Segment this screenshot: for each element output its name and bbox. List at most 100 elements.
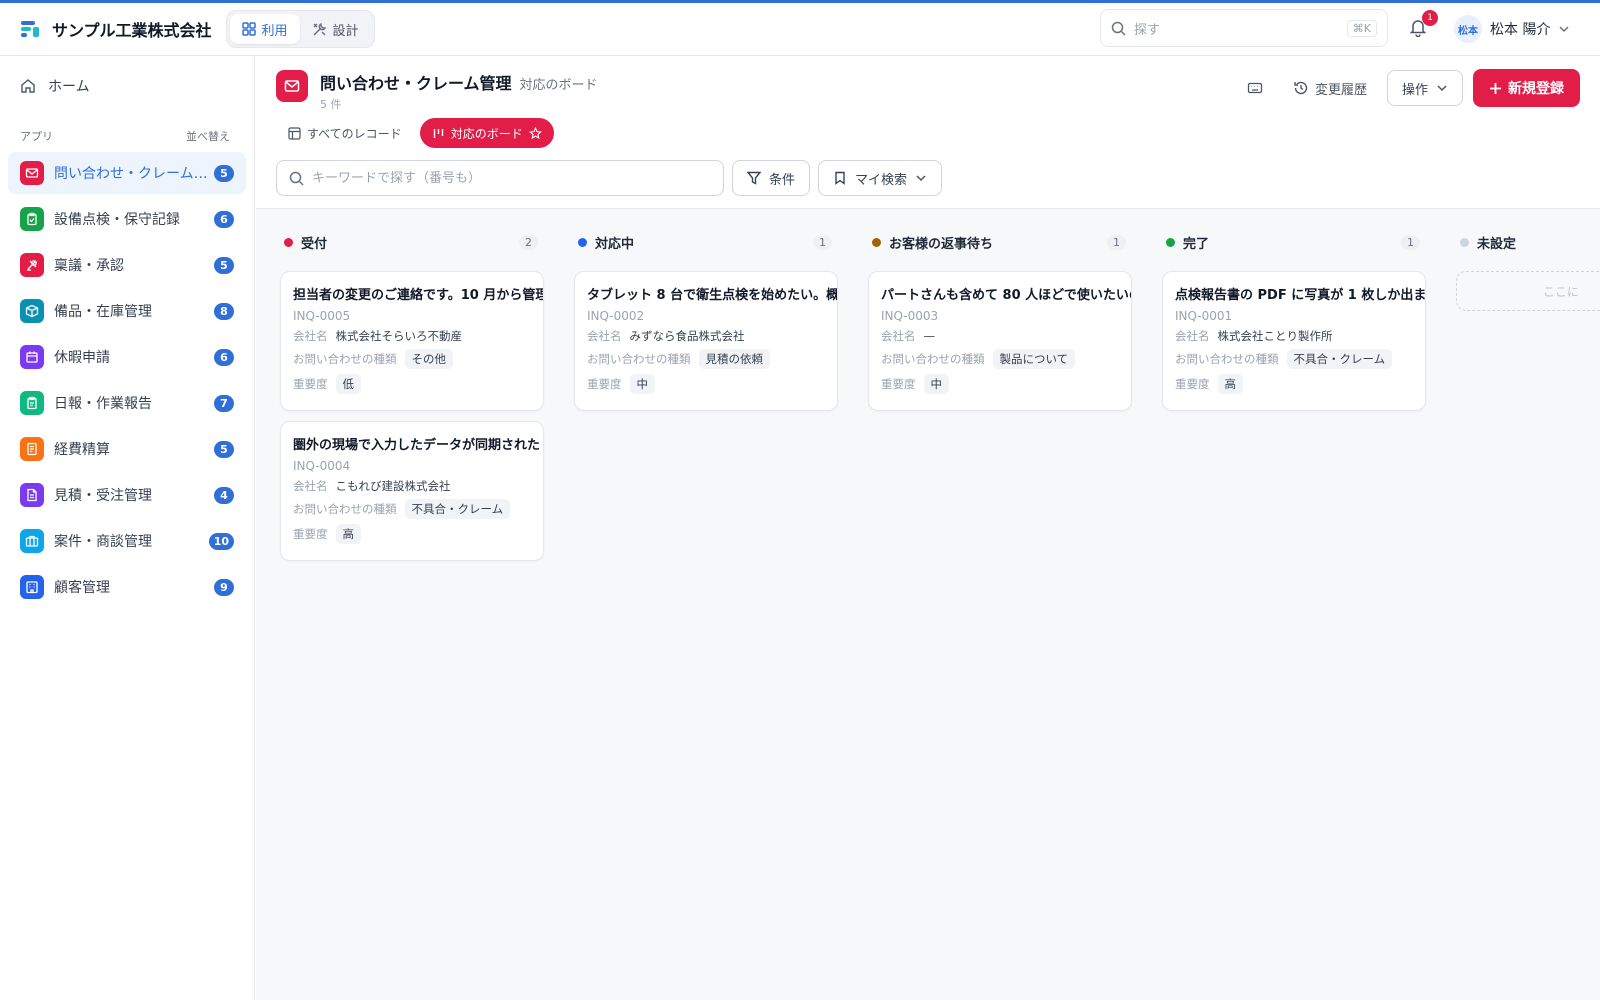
sidebar-app-label: 案件・商談管理 xyxy=(54,534,152,550)
view-tabs: すべてのレコード 対応のボード xyxy=(276,118,554,148)
chevron-down-icon xyxy=(916,175,926,182)
empty-drop-zone[interactable]: ここに xyxy=(1456,271,1600,311)
board-column: お客様の返事待ち 1 パートさんも含めて 80 人ほどで使いたいの INQ-00… xyxy=(864,209,1136,421)
status-dot xyxy=(578,237,587,247)
page-subtitle: 対応のボード xyxy=(519,78,598,93)
card-field-company: 会社名 — xyxy=(881,328,1131,344)
column-count: 1 xyxy=(813,234,832,250)
field-label: 重要度 xyxy=(587,377,622,391)
record-card[interactable]: 圏外の現場で入力したデータが同期された INQ-0004 会社名 こもれび建設株… xyxy=(280,421,544,561)
record-card[interactable]: タブレット 8 台で衛生点検を始めたい。概算 INQ-0002 会社名 みずなら… xyxy=(574,271,838,411)
sidebar-app-item[interactable]: 見積・受注管理 4 xyxy=(8,474,246,516)
filter-row: 条件 マイ検索 xyxy=(276,160,943,196)
page-actions: 変更履歴 操作 新規登録 xyxy=(1237,69,1580,107)
tab-all-records[interactable]: すべてのレコード xyxy=(276,118,414,148)
my-search-label: マイ検索 xyxy=(855,172,908,188)
card-field-priority: 重要度 低 xyxy=(293,374,543,394)
page-title-text: 問い合わせ・クレーム管理 xyxy=(320,74,512,93)
field-label: 会社名 xyxy=(293,479,328,493)
stamp-icon xyxy=(20,253,44,277)
tab-board[interactable]: 対応のボード xyxy=(419,118,554,148)
mail-icon xyxy=(284,80,300,92)
keyboard-shortcuts-button[interactable] xyxy=(1237,70,1273,106)
sidebar-sort-button[interactable]: 並べ替え xyxy=(186,128,230,144)
history-icon xyxy=(1294,81,1308,95)
sidebar-app-item[interactable]: 問い合わせ・クレーム管... 5 xyxy=(8,152,246,194)
card-id: INQ-0001 xyxy=(1175,309,1233,323)
card-field-priority: 重要度 中 xyxy=(587,374,837,394)
mode-design-label: 設計 xyxy=(332,23,359,39)
type-tag: 製品について xyxy=(992,349,1076,369)
card-field-priority: 重要度 中 xyxy=(881,374,1131,394)
card-title: タブレット 8 台で衛生点検を始めたい。概算 xyxy=(587,288,837,303)
sidebar-app-label: 稟議・承認 xyxy=(54,258,124,274)
keyword-search-input[interactable] xyxy=(312,170,711,186)
sidebar-item-home[interactable]: ホーム xyxy=(0,64,254,108)
card-title: 点検報告書の PDF に写真が 1 枚しか出ませ xyxy=(1175,288,1425,303)
new-record-label: 新規登録 xyxy=(1508,81,1564,97)
chevron-down-icon xyxy=(1559,26,1569,33)
card-field-company: 会社名 株式会社そらいろ不動産 xyxy=(293,328,543,344)
notification-bell-button[interactable]: 1 xyxy=(1408,10,1438,41)
receipt-icon xyxy=(20,437,44,461)
sidebar-app-item[interactable]: 顧客管理 9 xyxy=(8,566,246,608)
sidebar-app-item[interactable]: 日報・作業報告 7 xyxy=(8,382,246,424)
history-button[interactable]: 変更履歴 xyxy=(1283,70,1377,106)
column-header: 未設定 xyxy=(1452,213,1600,271)
field-label: お問い合わせの種類 xyxy=(587,352,691,366)
new-record-button[interactable]: 新規登録 xyxy=(1473,69,1580,107)
record-card[interactable]: パートさんも含めて 80 人ほどで使いたいの INQ-0003 会社名 — お問… xyxy=(868,271,1132,411)
search-icon xyxy=(1111,21,1126,36)
column-title: 受付 xyxy=(301,236,328,252)
card-field-type: お問い合わせの種類 不具合・クレーム xyxy=(293,499,543,519)
priority-tag: 低 xyxy=(335,374,361,394)
sidebar-app-label: 経費精算 xyxy=(54,442,110,458)
board-column: 受付 2 担当者の変更のご連絡です。10 月から管理 INQ-0005 会社名 … xyxy=(276,209,548,571)
sidebar-app-item[interactable]: 経費精算 5 xyxy=(8,428,246,470)
sidebar-app-count: 5 xyxy=(214,256,234,274)
type-tag: その他 xyxy=(404,349,453,369)
global-search[interactable]: 探す ⌘K xyxy=(1100,9,1388,47)
document-icon xyxy=(20,483,44,507)
user-menu[interactable]: 松本 松本 陽介 xyxy=(1454,15,1570,43)
tab-board-label: 対応のボード xyxy=(450,126,523,141)
star-icon[interactable] xyxy=(528,126,542,140)
company-logo-icon[interactable] xyxy=(20,19,40,39)
sidebar-app-item[interactable]: 案件・商談管理 10 xyxy=(8,520,246,562)
record-card[interactable]: 担当者の変更のご連絡です。10 月から管理 INQ-0005 会社名 株式会社そ… xyxy=(280,271,544,411)
filter-button[interactable]: 条件 xyxy=(732,160,811,196)
card-id: INQ-0004 xyxy=(293,459,351,473)
sidebar-app-item[interactable]: 設備点検・保守記録 6 xyxy=(8,198,246,240)
field-value: 株式会社そらいろ不動産 xyxy=(335,329,463,343)
mode-design-button[interactable]: 設計 xyxy=(300,14,371,44)
my-search-dropdown[interactable]: マイ検索 xyxy=(818,160,943,196)
operations-dropdown[interactable]: 操作 xyxy=(1386,70,1463,106)
mail-icon xyxy=(20,161,44,185)
mode-use-label: 利用 xyxy=(261,23,288,39)
notification-badge: 1 xyxy=(1422,10,1438,26)
calendar-icon xyxy=(20,345,44,369)
column-count: 1 xyxy=(1401,234,1420,250)
keyword-search xyxy=(276,160,724,196)
priority-tag: 中 xyxy=(923,374,949,394)
type-tag: 不具合・クレーム xyxy=(1286,349,1393,369)
card-title: 圏外の現場で入力したデータが同期された xyxy=(293,438,541,453)
sidebar-app-label: 日報・作業報告 xyxy=(54,396,152,412)
company-name: サンプル工業株式会社 xyxy=(52,21,212,40)
tab-all-records-label: すべてのレコード xyxy=(307,126,402,141)
operations-label: 操作 xyxy=(1401,82,1428,98)
sidebar-app-item[interactable]: 休暇申請 6 xyxy=(8,336,246,378)
chevron-down-icon xyxy=(1437,85,1447,92)
field-value: 株式会社ことり製作所 xyxy=(1217,329,1333,343)
card-field-company: 会社名 株式会社ことり製作所 xyxy=(1175,328,1425,344)
column-header: お客様の返事待ち 1 xyxy=(864,213,1136,271)
record-card[interactable]: 点検報告書の PDF に写真が 1 枚しか出ませ INQ-0001 会社名 株式… xyxy=(1162,271,1426,411)
sidebar-app-item[interactable]: 稟議・承認 5 xyxy=(8,244,246,286)
building-icon xyxy=(20,575,44,599)
field-label: 会社名 xyxy=(881,329,916,343)
sidebar-app-item[interactable]: 備品・在庫管理 8 xyxy=(8,290,246,332)
filter-label: 条件 xyxy=(769,172,796,188)
field-value: みずなら食品株式会社 xyxy=(629,329,745,343)
field-label: 重要度 xyxy=(293,377,328,391)
mode-use-button[interactable]: 利用 xyxy=(229,14,300,44)
